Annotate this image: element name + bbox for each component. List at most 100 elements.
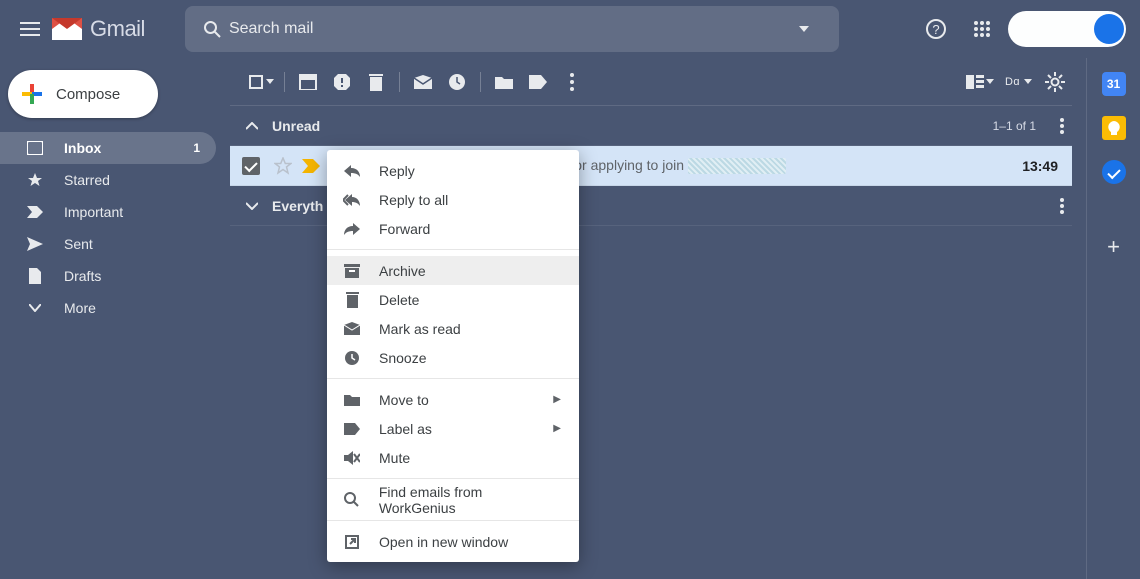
trash-icon [343, 292, 361, 308]
app-header: Gmail ? [0, 0, 1140, 58]
reply-all-icon [343, 194, 361, 206]
more-actions-button[interactable] [555, 65, 589, 99]
section-label: Unread [272, 118, 320, 134]
caret-down-icon [266, 79, 274, 84]
archive-icon [299, 74, 317, 90]
drafts-icon [26, 268, 44, 284]
input-tools-button[interactable]: Dɑ [999, 65, 1036, 99]
calendar-icon: 31 [1107, 77, 1120, 91]
ctx-reply[interactable]: Reply [327, 156, 579, 185]
spam-icon [333, 73, 351, 91]
side-panel: 31 + [1086, 58, 1140, 579]
split-pane-button[interactable] [963, 65, 997, 99]
caret-down-icon [1024, 79, 1032, 84]
ctx-open-new-window[interactable]: Open in new window [327, 527, 579, 556]
gear-icon [1045, 72, 1065, 92]
mute-icon [343, 451, 361, 465]
account-button[interactable] [1008, 11, 1126, 47]
snooze-button[interactable] [440, 65, 474, 99]
section-more-button[interactable] [1060, 198, 1064, 214]
label-icon [343, 423, 361, 435]
important-icon [26, 206, 44, 218]
sidebar-item-label: Inbox [64, 140, 101, 156]
more-vert-icon [570, 73, 574, 91]
compose-label: Compose [56, 86, 120, 103]
delete-button[interactable] [359, 65, 393, 99]
clock-icon [343, 350, 361, 366]
section-label: Everyth [272, 198, 323, 214]
sidebar-item-more[interactable]: More [0, 292, 216, 324]
clock-icon [448, 73, 466, 91]
open-external-icon [343, 535, 361, 549]
product-logo[interactable]: Gmail [52, 16, 145, 42]
compose-button[interactable]: Compose [8, 70, 158, 118]
select-all-button[interactable] [244, 65, 278, 99]
section-unread[interactable]: Unread 1–1 of 1 [230, 106, 1072, 146]
submenu-arrow-icon: ▶ [553, 394, 561, 405]
ctx-archive[interactable]: Archive [327, 256, 579, 285]
redacted-text [688, 158, 786, 174]
sidebar: Compose Inbox 1 Starred Important Sent D… [0, 58, 230, 579]
section-more-button[interactable] [1060, 118, 1064, 134]
sidebar-item-important[interactable]: Important [0, 196, 216, 228]
report-spam-button[interactable] [325, 65, 359, 99]
ctx-mute[interactable]: Mute [327, 443, 579, 472]
sidebar-item-inbox[interactable]: Inbox 1 [0, 132, 216, 164]
ctx-snooze[interactable]: Snooze [327, 343, 579, 372]
gmail-icon [52, 18, 82, 40]
archive-icon [343, 264, 361, 278]
calendar-addon[interactable]: 31 [1102, 72, 1126, 96]
apps-grid-icon [973, 20, 991, 38]
search-options-button[interactable] [799, 26, 829, 32]
hamburger-icon [20, 22, 40, 36]
folder-move-icon [343, 394, 361, 406]
sidebar-item-sent[interactable]: Sent [0, 228, 216, 260]
row-checkbox[interactable] [242, 157, 260, 175]
mail-open-icon [414, 75, 432, 89]
inbox-icon [26, 141, 44, 155]
support-button[interactable]: ? [916, 9, 956, 49]
settings-button[interactable] [1038, 65, 1072, 99]
tasks-addon[interactable] [1102, 160, 1126, 184]
archive-button[interactable] [291, 65, 325, 99]
search-input[interactable] [229, 20, 799, 38]
product-name: Gmail [90, 16, 145, 42]
ctx-reply-all[interactable]: Reply to all [327, 185, 579, 214]
star-outline-icon [274, 157, 292, 175]
star-icon [26, 172, 44, 188]
help-icon: ? [925, 18, 947, 40]
ctx-label-as[interactable]: Label as▶ [327, 414, 579, 443]
ctx-delete[interactable]: Delete [327, 285, 579, 314]
context-menu: Reply Reply to all Forward Archive Delet… [327, 150, 579, 562]
search-icon [343, 492, 361, 507]
search-icon [195, 20, 229, 38]
apps-button[interactable] [962, 9, 1002, 49]
main-menu-button[interactable] [6, 5, 54, 53]
mark-read-button[interactable] [406, 65, 440, 99]
ctx-find-from[interactable]: Find emails from WorkGenius [327, 485, 579, 514]
sent-icon [26, 237, 44, 251]
star-button[interactable] [274, 157, 292, 175]
more-vert-icon [1060, 118, 1064, 134]
move-to-button[interactable] [487, 65, 521, 99]
inbox-count: 1 [193, 141, 200, 155]
sidebar-item-label: Starred [64, 172, 110, 188]
header-actions: ? [916, 9, 1132, 49]
split-icon [966, 75, 984, 89]
caret-down-icon [799, 26, 809, 32]
ctx-move-to[interactable]: Move to▶ [327, 385, 579, 414]
caret-down-icon [986, 79, 994, 84]
checkbox-icon [249, 75, 263, 89]
get-addons-button[interactable]: + [1107, 234, 1120, 260]
search-bar[interactable] [185, 6, 839, 52]
labels-button[interactable] [521, 65, 555, 99]
sidebar-item-drafts[interactable]: Drafts [0, 260, 216, 292]
sidebar-item-label: Important [64, 204, 123, 220]
avatar [1094, 14, 1124, 44]
ctx-mark-read[interactable]: Mark as read [327, 314, 579, 343]
ctx-forward[interactable]: Forward [327, 214, 579, 243]
sidebar-item-starred[interactable]: Starred [0, 164, 216, 196]
important-marker[interactable] [302, 159, 320, 173]
mail-toolbar: Dɑ [230, 58, 1072, 106]
keep-addon[interactable] [1102, 116, 1126, 140]
